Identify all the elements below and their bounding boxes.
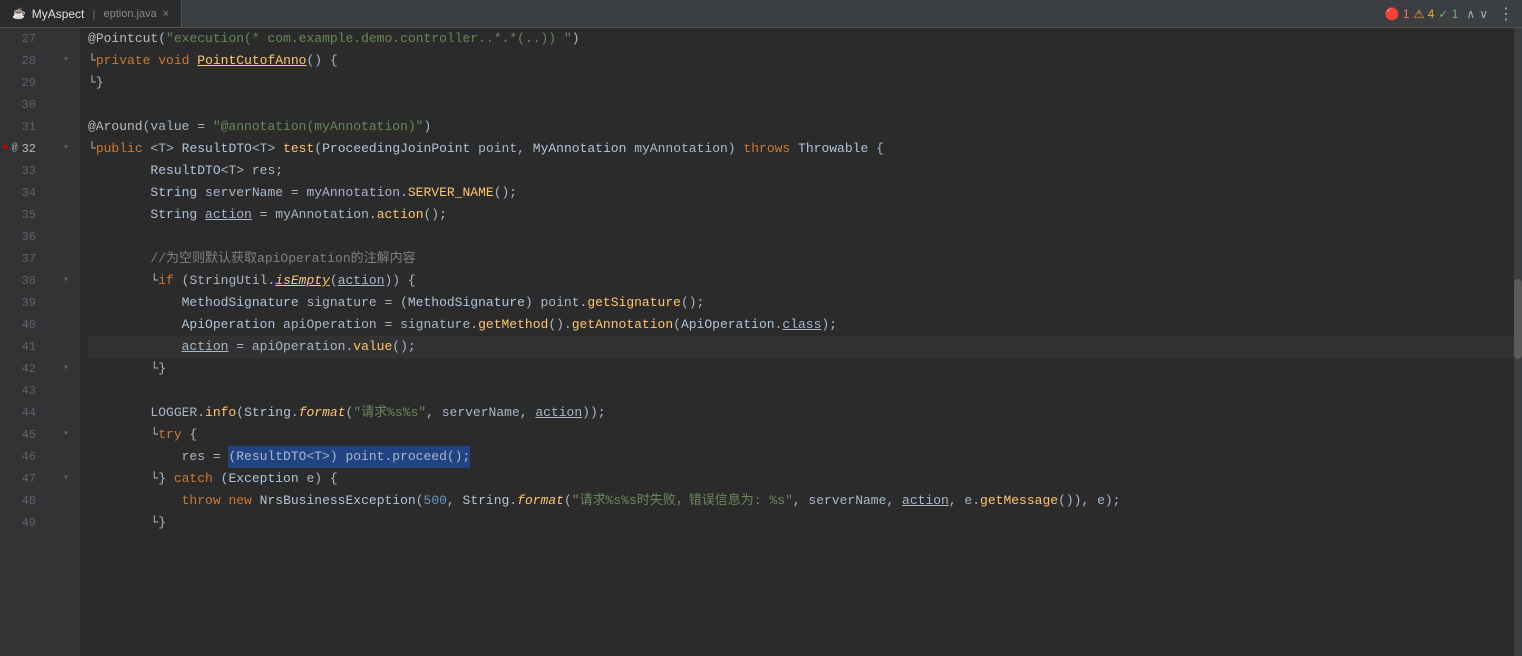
code-line-46: res = (ResultDTO<T>) point.proceed(); [88,446,1522,468]
gutter-39 [52,292,80,314]
line-num-30: 30 [0,94,44,116]
gutter-37 [52,248,80,270]
code-line-43 [88,380,1522,402]
gutter-38[interactable]: ▾ [52,270,80,292]
code-line-34: String serverName = myAnnotation.SERVER_… [88,182,1522,204]
code-line-41: action = apiOperation.value(); [88,336,1522,358]
gutter-28[interactable]: ▾ [52,50,80,72]
code-line-45: └try { [88,424,1522,446]
gutter-43 [52,380,80,402]
gutter-44 [52,402,80,424]
line-num-40: 40 [0,314,44,336]
gutter-31 [52,116,80,138]
code-line-35: String action = myAnnotation.action(); [88,204,1522,226]
gutter-29 [52,72,80,94]
line-num-37: 37 [0,248,44,270]
gutter-42[interactable]: ▾ [52,358,80,380]
line-num-48: 48 [0,490,44,512]
vertical-scrollbar[interactable] [1514,28,1522,656]
top-right-indicators: 🔴 1 ⚠ 4 ✓ 1 ∧ ∨ ⋮ [1385,4,1514,24]
code-line-32: └public <T> ResultDTO<T> test(Proceeding… [88,138,1522,160]
code-line-27: @Pointcut("execution(* com.example.demo.… [88,28,1522,50]
line-num-36: 36 [0,226,44,248]
code-line-48: throw new NrsBusinessException(500, Stri… [88,490,1522,512]
tab-bar: ☕ MyAspect | eption.java × 🔴 1 ⚠ 4 ✓ 1 ∧… [0,0,1522,28]
gutter-34 [52,182,80,204]
nav-up-button[interactable]: ∧ [1466,7,1475,21]
line-num-49: 49 [0,512,44,534]
line-num-28: 28 [0,50,44,72]
ok-count: ✓ 1 [1438,7,1458,21]
code-line-47: └} catch (Exception e) { [88,468,1522,490]
code-line-37: //为空则默认获取apiOperation的注解内容 [88,248,1522,270]
code-line-31: @Around(value = "@annotation(myAnnotatio… [88,116,1522,138]
line-num-41: 41 [0,336,44,358]
line-num-42: 42 [0,358,44,380]
code-line-29: └} [88,72,1522,94]
code-line-42: └} [88,358,1522,380]
line-num-38: 38 [0,270,44,292]
scrollbar-thumb[interactable] [1514,279,1522,359]
more-button[interactable]: ⋮ [1498,4,1514,24]
line-num-34: 34 [0,182,44,204]
gutter-35 [52,204,80,226]
gutter-49 [52,512,80,534]
gutter-41 [52,336,80,358]
nav-down-button[interactable]: ∨ [1479,7,1488,21]
code-gutter: ▾ ▾ ▾ ▾ ▾ ▾ [52,28,80,656]
code-line-30 [88,94,1522,116]
line-num-46: 46 [0,446,44,468]
code-content[interactable]: @Pointcut("execution(* com.example.demo.… [80,28,1522,656]
warning-count: ⚠ 4 [1414,7,1435,21]
gutter-33 [52,160,80,182]
code-line-44: LOGGER.info(String.format("请求%s%s", serv… [88,402,1522,424]
gutter-36 [52,226,80,248]
tab-close-button[interactable]: × [163,8,169,20]
line-num-31: 31 [0,116,44,138]
line-num-29: 29 [0,72,44,94]
code-line-40: ApiOperation apiOperation = signature.ge… [88,314,1522,336]
tab-separator: | [92,7,95,21]
line-num-39: 39 [0,292,44,314]
gutter-46 [52,446,80,468]
line-num-27: 27 [0,28,44,50]
code-line-39: MethodSignature signature = (MethodSigna… [88,292,1522,314]
tab-label: MyAspect [32,7,85,21]
gutter-32[interactable]: ▾ [52,138,80,160]
line-numbers: 27 28 29 30 31 ⏺ @ 32 33 34 35 36 37 [0,28,52,656]
line-num-32: ⏺ @ 32 [0,138,44,160]
code-line-28: └private void PointCutofAnno() { [88,50,1522,72]
code-line-33: ResultDTO<T> res; [88,160,1522,182]
line-num-45: 45 [0,424,44,446]
tab-filename: eption.java [104,8,157,20]
code-line-38: └if (StringUtil.isEmpty(action)) { [88,270,1522,292]
gutter-27 [52,28,80,50]
tab-icon: ☕ [12,7,26,20]
line-num-35: 35 [0,204,44,226]
gutter-47[interactable]: ▾ [52,468,80,490]
code-area: 27 28 29 30 31 ⏺ @ 32 33 34 35 36 37 [0,28,1522,656]
editor-container: ☕ MyAspect | eption.java × 🔴 1 ⚠ 4 ✓ 1 ∧… [0,0,1522,656]
gutter-40 [52,314,80,336]
tab-myaspect[interactable]: ☕ MyAspect | eption.java × [0,0,182,27]
gutter-30 [52,94,80,116]
tab-list: ☕ MyAspect | eption.java × [0,0,182,27]
error-count: 🔴 1 [1385,7,1410,21]
gutter-45[interactable]: ▾ [52,424,80,446]
line-num-33: 33 [0,160,44,182]
code-line-49: └} [88,512,1522,534]
line-num-47: 47 [0,468,44,490]
code-line-36 [88,226,1522,248]
line-num-43: 43 [0,380,44,402]
line-num-44: 44 [0,402,44,424]
gutter-48 [52,490,80,512]
